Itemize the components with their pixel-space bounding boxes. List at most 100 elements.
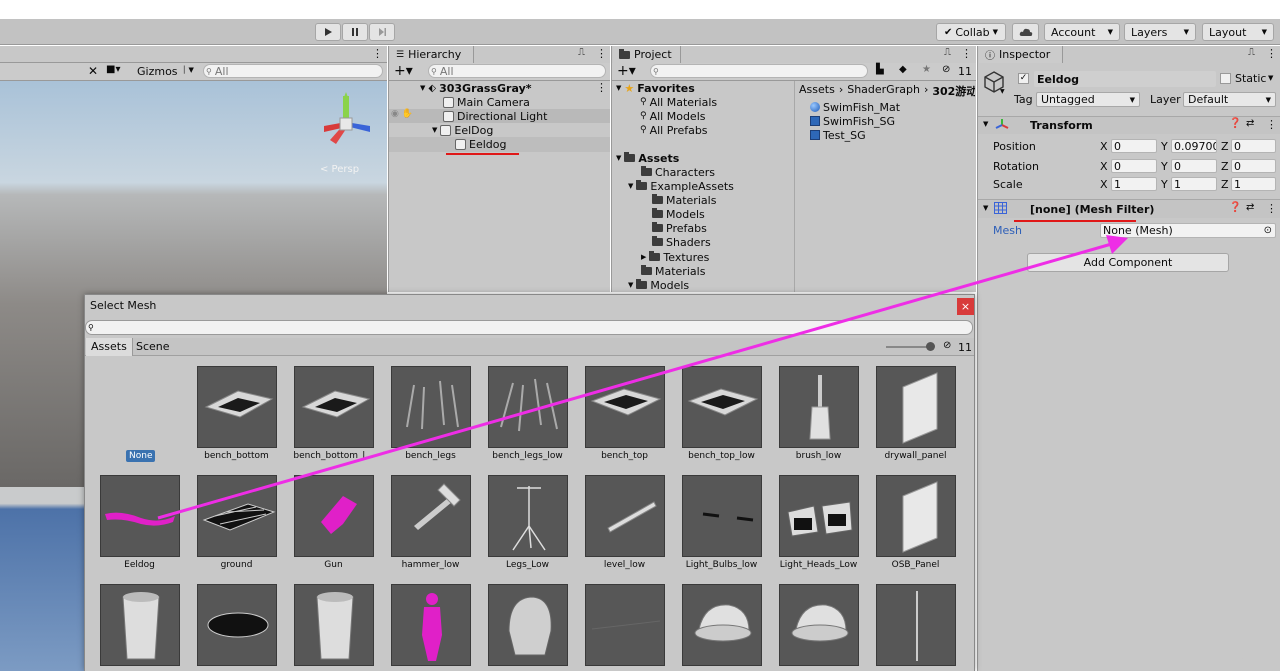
scene-search-input[interactable]: ⚲ All xyxy=(203,64,383,78)
file-swimfish-mat[interactable]: SwimFish_Mat xyxy=(810,100,900,114)
lock-icon[interactable]: ⎍ xyxy=(1248,47,1255,58)
mesh-thumb-bench-legs-low[interactable] xyxy=(488,366,568,448)
expand-arrow-icon[interactable]: ▼ xyxy=(983,204,988,212)
scale-z-field[interactable]: 1 xyxy=(1231,177,1276,191)
camera-icon[interactable]: ■▾ xyxy=(106,64,120,75)
hierarchy-item-directional-light[interactable]: Directional Light xyxy=(443,109,547,123)
favorite-all-prefabs[interactable]: ⚲ All Prefabs xyxy=(640,123,708,137)
mesh-thumb-brush-low[interactable] xyxy=(779,366,859,448)
gizmos-dropdown[interactable]: Gizmos xyxy=(137,65,178,78)
dropdown-arrow-icon[interactable]: ▼ xyxy=(1268,74,1273,82)
scale-y-field[interactable]: 1 xyxy=(1171,177,1217,191)
folder-prefabs[interactable]: Prefabs xyxy=(652,221,707,235)
mesh-thumb-hardhat[interactable] xyxy=(682,584,762,666)
lock-icon[interactable]: ⎍ xyxy=(578,47,585,58)
tab-hierarchy[interactable]: ☰ Hierarchy xyxy=(390,46,474,63)
layer-dropdown[interactable]: Default ▼ xyxy=(1183,92,1276,107)
favorite-all-materials[interactable]: ⚲ All Materials xyxy=(640,95,717,109)
static-label[interactable]: Static xyxy=(1235,72,1266,85)
hierarchy-item-eeldog-child[interactable]: Eeldog xyxy=(455,137,506,151)
mesh-thumb-bench-top[interactable] xyxy=(585,366,665,448)
favorite-all-models[interactable]: ⚲ All Models xyxy=(640,109,706,123)
settings-icon[interactable]: ⇄ xyxy=(1246,118,1254,129)
account-dropdown[interactable]: Account ▼ xyxy=(1044,23,1120,41)
hierarchy-item-eeldog-parent[interactable]: ▼ EelDog xyxy=(432,123,493,137)
slider-handle[interactable] xyxy=(926,342,935,351)
mesh-thumb-bench-legs[interactable] xyxy=(391,366,471,448)
more-icon[interactable]: ⋮ xyxy=(1266,118,1277,131)
assets-header[interactable]: ▼ Assets xyxy=(616,151,679,165)
tab-scene[interactable]: Scene xyxy=(136,340,170,353)
layers-dropdown[interactable]: Layers ▼ xyxy=(1124,23,1196,41)
close-button[interactable]: × xyxy=(957,298,974,315)
folder-textures[interactable]: ▶ Textures xyxy=(641,250,709,264)
rotation-y-field[interactable]: 0 xyxy=(1171,159,1217,173)
mesh-thumb-player[interactable] xyxy=(391,584,471,666)
settings-icon[interactable]: ⇄ xyxy=(1246,202,1254,213)
scene-gizmo[interactable] xyxy=(318,92,374,148)
scale-x-field[interactable]: 1 xyxy=(1111,177,1157,191)
position-z-field[interactable]: 0 xyxy=(1231,139,1276,153)
folder-example-assets[interactable]: ▼ ExampleAssets xyxy=(628,179,734,193)
mesh-thumb-bucket-2[interactable] xyxy=(294,584,374,666)
filter-type-icon[interactable]: ▙ xyxy=(876,64,884,75)
mesh-thumb-light-heads-low[interactable] xyxy=(779,475,859,557)
tab-assets[interactable]: Assets xyxy=(86,338,133,356)
rotation-z-field[interactable]: 0 xyxy=(1231,159,1276,173)
mesh-thumb-gun[interactable] xyxy=(294,475,374,557)
more-icon[interactable]: ⋮ xyxy=(961,47,972,60)
tab-project[interactable]: Project xyxy=(613,46,681,63)
mesh-thumb-bucket[interactable] xyxy=(100,584,180,666)
object-picker-icon[interactable]: ⊙ xyxy=(1264,225,1272,236)
mesh-thumb-ground[interactable] xyxy=(197,475,277,557)
help-icon[interactable]: ❓ xyxy=(1229,202,1241,213)
mesh-thumb-light-bulbs-low[interactable] xyxy=(682,475,762,557)
filter-label-icon[interactable]: ◆ xyxy=(899,64,907,75)
hierarchy-search-input[interactable]: ⚲ All xyxy=(428,64,606,78)
more-icon[interactable]: ⋮ xyxy=(596,81,607,94)
layout-dropdown[interactable]: Layout ▼ xyxy=(1202,23,1274,41)
tab-inspector[interactable]: ⓘ Inspector xyxy=(979,46,1063,63)
folder-characters[interactable]: Characters xyxy=(641,165,715,179)
step-button[interactable] xyxy=(369,23,395,41)
hierarchy-item-scene[interactable]: ▼ ⬖ 303GrassGray* xyxy=(420,81,532,95)
create-button[interactable]: +▾ xyxy=(617,63,636,79)
play-button[interactable] xyxy=(315,23,341,41)
static-checkbox[interactable] xyxy=(1220,73,1231,84)
more-icon[interactable]: ⋮ xyxy=(372,47,383,60)
mesh-thumb-pole[interactable] xyxy=(876,584,956,666)
mesh-thumb-hardhat-2[interactable] xyxy=(779,584,859,666)
more-icon[interactable]: ⋮ xyxy=(1266,47,1277,60)
zoom-slider[interactable] xyxy=(886,342,935,351)
favorites-header[interactable]: ▼ ★ Favorites xyxy=(616,81,695,95)
persp-label[interactable]: < Persp xyxy=(320,164,359,175)
tag-dropdown[interactable]: Untagged ▼ xyxy=(1036,92,1140,107)
mesh-thumb-bench-bottom[interactable] xyxy=(197,366,277,448)
mesh-thumb-helmet[interactable] xyxy=(488,584,568,666)
hierarchy-item-main-camera[interactable]: Main Camera xyxy=(443,95,530,109)
mesh-thumb-lid[interactable] xyxy=(197,584,277,666)
breadcrumb-item[interactable]: 302游动 xyxy=(932,83,975,97)
hidden-packages-icon[interactable]: ⊘ xyxy=(942,64,950,75)
visibility-icon[interactable]: ◉ ✋ xyxy=(391,109,413,119)
folder-materials[interactable]: Materials xyxy=(652,193,716,207)
position-y-field[interactable]: 0.09700 xyxy=(1171,139,1217,153)
position-x-field[interactable]: 0 xyxy=(1111,139,1157,153)
project-search-input[interactable]: ⚲ xyxy=(650,64,868,78)
folder-models[interactable]: Models xyxy=(652,207,705,221)
more-icon[interactable]: ⋮ xyxy=(1266,202,1277,215)
collab-button[interactable]: ✔ Collab ▼ xyxy=(936,23,1006,41)
create-button[interactable]: +▾ xyxy=(394,63,413,79)
mesh-thumb-bench-bottom-l[interactable] xyxy=(294,366,374,448)
file-swimfish-sg[interactable]: SwimFish_SG xyxy=(810,114,895,128)
mesh-thumb-drywall-panel[interactable] xyxy=(876,366,956,448)
rotation-x-field[interactable]: 0 xyxy=(1111,159,1157,173)
mesh-thumb-plane[interactable] xyxy=(585,584,665,666)
folder-shaders[interactable]: Shaders xyxy=(652,235,711,249)
none-tile[interactable] xyxy=(100,366,180,448)
more-icon[interactable]: ⋮ xyxy=(596,47,607,60)
active-checkbox[interactable]: ✓ xyxy=(1018,73,1029,84)
dropdown-arrow-icon[interactable]: ▼ xyxy=(1000,88,1005,95)
help-icon[interactable]: ❓ xyxy=(1229,118,1241,129)
tools-icon[interactable]: ✕ xyxy=(88,64,98,78)
